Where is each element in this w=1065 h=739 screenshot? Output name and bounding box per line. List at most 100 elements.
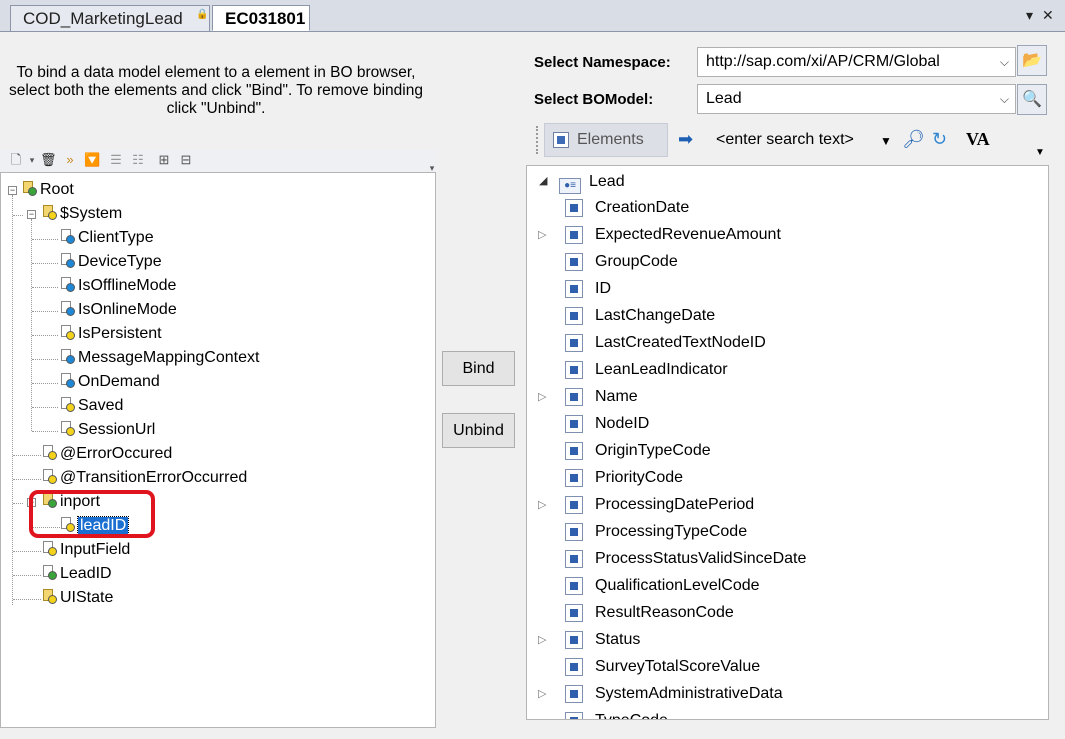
tree-item-isofflinemode[interactable]: IsOfflineMode (59, 275, 176, 297)
element-icon (565, 685, 583, 703)
unbind-button[interactable]: Unbind (442, 413, 515, 448)
tree-item-name[interactable]: ▷ Name (538, 384, 638, 410)
tree-item-label: OriginTypeCode (595, 442, 711, 459)
field-icon (59, 372, 75, 388)
expand-triangle-icon[interactable]: ▷ (538, 384, 546, 410)
element-icon (565, 496, 583, 514)
tree-item-qualificationlevelcode[interactable]: QualificationLevelCode (565, 573, 760, 599)
delete-icon[interactable]: 🗑 (40, 152, 57, 168)
elements-button[interactable]: Elements (544, 123, 668, 157)
tree-item-processingdateperiod[interactable]: ▷ ProcessingDatePeriod (538, 492, 754, 518)
chevron-down-icon[interactable]: ▼ (880, 131, 892, 151)
field-icon (41, 468, 57, 484)
arrow-right-icon[interactable]: ➡ (678, 129, 693, 149)
toolbar-grip (536, 126, 542, 154)
tree-item-prioritycode[interactable]: PriorityCode (565, 465, 683, 491)
structure-icon[interactable]: ☷ (130, 152, 146, 168)
hierarchy-icon[interactable]: ☰ (108, 152, 124, 168)
tree-item-label: ResultReasonCode (595, 604, 734, 621)
tree-item-lastcreatedtextnodeid[interactable]: LastCreatedTextNodeID (565, 330, 766, 356)
collapse-triangle-icon[interactable]: ◢ (539, 174, 547, 187)
tree-item-nodeid[interactable]: NodeID (565, 411, 649, 437)
tree-item-processingtypecode[interactable]: ProcessingTypeCode (565, 519, 747, 545)
open-namespace-icon[interactable]: 📂 (1017, 45, 1047, 76)
tree-item-origintypecode[interactable]: OriginTypeCode (565, 438, 711, 464)
bo-search-input[interactable]: <enter search text> (706, 123, 876, 157)
tree-item-ispersistent[interactable]: IsPersistent (59, 323, 162, 345)
tree-item-label: MessageMappingContext (78, 349, 260, 366)
chevron-down-icon: ⌵ (999, 55, 1009, 69)
tree-item-sessionurl[interactable]: SessionUrl (59, 419, 155, 441)
search-icon[interactable]: 🔍 (1017, 84, 1047, 115)
element-icon (565, 523, 583, 541)
tree-item-groupcode[interactable]: GroupCode (565, 249, 678, 275)
namespace-select[interactable]: http://sap.com/xi/AP/CRM/Global ⌵ (697, 47, 1016, 77)
element-icon (565, 226, 583, 244)
chevron-down-icon[interactable]: ▾ (24, 152, 40, 168)
refresh-icon[interactable]: ↻ (932, 129, 947, 149)
tree-item-label: @ErrorOccured (60, 445, 173, 462)
bomodel-select[interactable]: Lead ⌵ (697, 84, 1016, 114)
tree-item-erroroccured[interactable]: @ErrorOccured (41, 443, 172, 465)
tree-item-ondemand[interactable]: OnDemand (59, 371, 160, 393)
tree-item-lead-root[interactable]: ●≡ Lead (559, 169, 625, 195)
close-icon[interactable]: ✕ (1042, 7, 1054, 24)
tree-item-typecode[interactable]: TypeCode (565, 708, 668, 719)
tab-list-dropdown-icon[interactable]: ▾ (1026, 7, 1033, 24)
tree-item-label: Status (595, 631, 641, 648)
tree-item-label: LastCreatedTextNodeID (595, 334, 766, 351)
bind-button[interactable]: Bind (442, 351, 515, 386)
tree-item-uistate[interactable]: UIState (41, 587, 113, 609)
tree-item-system[interactable]: $System (41, 203, 122, 225)
filter-icon[interactable]: 🔽 (84, 152, 100, 168)
tree-item-inputfield[interactable]: InputField (41, 539, 130, 561)
expand-triangle-icon[interactable]: ▷ (538, 492, 546, 518)
expander-icon[interactable]: − (27, 210, 36, 219)
tree-item-clienttype[interactable]: ClientType (59, 227, 154, 249)
search-icon[interactable]: 🔎︎ (902, 129, 925, 149)
tree-item-leadid[interactable]: LeadID (41, 563, 112, 585)
expand-triangle-icon[interactable]: ▷ (538, 222, 546, 248)
expand-triangle-icon[interactable]: ▷ (538, 627, 546, 653)
tree-item-transitionerroroccurred[interactable]: @TransitionErrorOccurred (41, 467, 247, 489)
expand-triangle-icon[interactable]: ▷ (538, 681, 546, 707)
tree-item-label: Lead (589, 173, 625, 190)
tree-item-processstatusvalidsincedate[interactable]: ProcessStatusValidSinceDate (565, 546, 806, 572)
namespace-value: http://sap.com/xi/AP/CRM/Global (706, 53, 940, 70)
field-icon (59, 420, 75, 436)
tree-item-status[interactable]: ▷ Status (538, 627, 641, 653)
value-assignment-icon[interactable]: VA (966, 129, 990, 149)
tree-item-surveytotalscorevalue[interactable]: SurveyTotalScoreValue (565, 654, 761, 680)
tree-item-label: SurveyTotalScoreValue (595, 658, 761, 675)
field-icon (59, 276, 75, 292)
tree-item-creationdate[interactable]: CreationDate (565, 195, 689, 221)
tree-item-label: IsPersistent (78, 325, 162, 342)
expander-icon[interactable]: − (8, 186, 17, 195)
toolbar-overflow-icon[interactable]: ▼ (1035, 143, 1045, 163)
pin-icon[interactable]: 🔒 (196, 9, 208, 20)
collapse-all-icon[interactable]: ⊟ (178, 152, 194, 168)
tree-item-saved[interactable]: Saved (59, 395, 123, 417)
tree-item-devicetype[interactable]: DeviceType (59, 251, 162, 273)
new-icon[interactable]: 🗋 (8, 152, 24, 168)
bomodel-value: Lead (706, 90, 742, 107)
tree-item-root[interactable]: Root (21, 179, 74, 201)
tab-cod-marketinglead[interactable]: COD_MarketingLead (10, 5, 210, 31)
tree-item-lastchangedate[interactable]: LastChangeDate (565, 303, 715, 329)
field-icon (59, 252, 75, 268)
bind-arrows-icon[interactable]: » (62, 152, 78, 168)
bomodel-label: Select BOModel: (534, 91, 654, 108)
tree-item-messagemappingcontext[interactable]: MessageMappingContext (59, 347, 259, 369)
tree-item-isonlinemode[interactable]: IsOnlineMode (59, 299, 177, 321)
tree-item-expectedrevenueamount[interactable]: ▷ ExpectedRevenueAmount (538, 222, 781, 248)
tree-item-label: $System (60, 205, 123, 222)
expand-all-icon[interactable]: ⊞ (156, 152, 172, 168)
element-icon (565, 307, 583, 325)
tree-item-label: InputField (60, 541, 131, 558)
tree-item-leanleadindicator[interactable]: LeanLeadIndicator (565, 357, 728, 383)
tree-item-systemadministrativedata[interactable]: ▷ SystemAdministrativeData (538, 681, 783, 707)
tree-item-id[interactable]: ID (565, 276, 611, 302)
field-icon (41, 444, 57, 460)
tab-ec031801[interactable]: EC031801 (212, 5, 310, 31)
tree-item-resultreasoncode[interactable]: ResultReasonCode (565, 600, 734, 626)
